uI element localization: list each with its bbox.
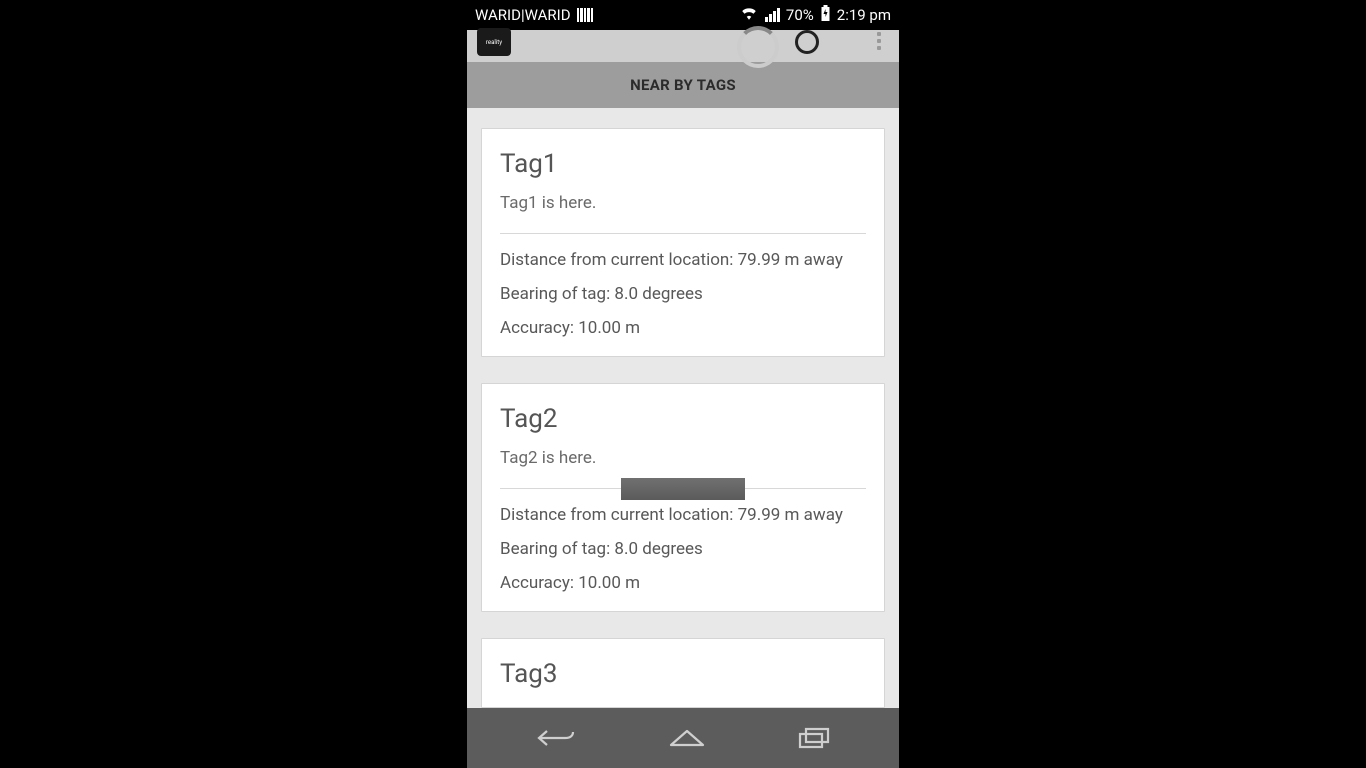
signal-icon <box>764 8 780 22</box>
tag-bearing: Bearing of tag: 8.0 degrees <box>500 284 866 304</box>
wifi-icon <box>740 6 758 24</box>
clock-label: 2:19 pm <box>837 6 891 24</box>
tag-accuracy: Accuracy: 10.00 m <box>500 573 866 593</box>
battery-icon <box>820 5 831 25</box>
back-button[interactable] <box>535 727 577 749</box>
battery-pct: 70% <box>786 6 814 24</box>
tag-bearing: Bearing of tag: 8.0 degrees <box>500 539 866 559</box>
divider <box>500 233 866 234</box>
app-icon[interactable]: reality <box>477 28 511 56</box>
status-bar: WARID|WARID 70% 2:19 pm <box>467 0 899 30</box>
tag-distance: Distance from current location: 79.99 m … <box>500 505 866 525</box>
nav-bar <box>467 708 899 768</box>
loading-spinner-icon <box>737 26 779 68</box>
carrier-label: WARID|WARID <box>475 6 571 24</box>
tag-title: Tag2 <box>500 404 866 434</box>
tag-card[interactable]: Tag3 <box>481 638 885 708</box>
tag-subtitle: Tag1 is here. <box>500 193 866 213</box>
toast-bar <box>621 478 745 500</box>
tag-distance: Distance from current location: 79.99 m … <box>500 250 866 270</box>
phone-frame: WARID|WARID 70% 2:19 pm reality NEAR B <box>467 0 899 768</box>
overflow-menu-icon[interactable] <box>877 32 881 50</box>
tag-title: Tag3 <box>500 659 866 689</box>
content-area[interactable]: Tag1 Tag1 is here. Distance from current… <box>467 108 899 708</box>
barcode-icon <box>577 8 593 22</box>
tag-accuracy: Accuracy: 10.00 m <box>500 318 866 338</box>
section-title: NEAR BY TAGS <box>630 76 736 94</box>
app-bar: reality <box>467 30 899 62</box>
tag-subtitle: Tag2 is here. <box>500 448 866 468</box>
home-button[interactable] <box>667 727 707 749</box>
tag-card[interactable]: Tag1 Tag1 is here. Distance from current… <box>481 128 885 357</box>
tag-title: Tag1 <box>500 149 866 179</box>
status-dot-icon <box>795 30 819 54</box>
recent-apps-button[interactable] <box>797 726 831 750</box>
section-header: NEAR BY TAGS <box>467 62 899 108</box>
